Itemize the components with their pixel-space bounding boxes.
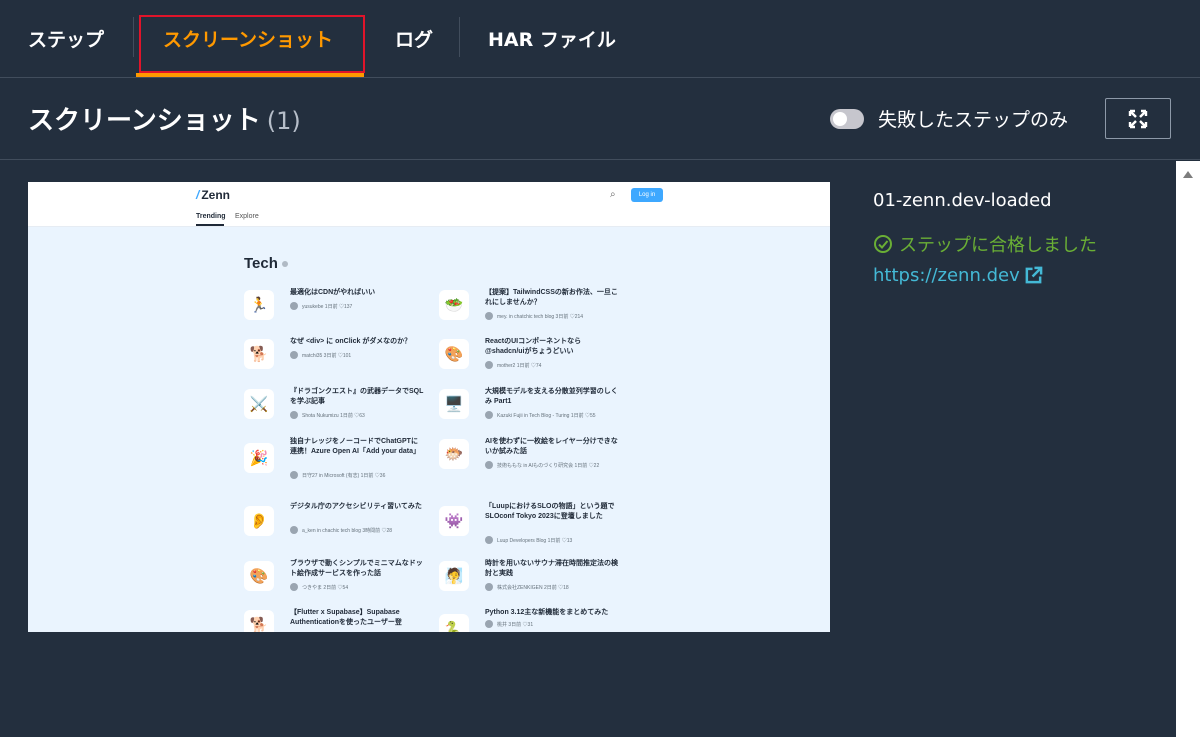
nav-explore: Explore (235, 213, 259, 220)
article-emoji: 🐕 (244, 610, 274, 632)
scroll-up-icon[interactable] (1183, 171, 1193, 178)
article-meta: mother2 1日前 ♡74 (485, 361, 541, 369)
screenshots-header: スクリーンショット (1) 失敗したステップのみ (0, 78, 1200, 160)
article-emoji: 🎨 (244, 561, 274, 591)
article-title: AIを使わずに一枚絵をレイヤー分けできないか試みた話 (485, 438, 618, 455)
article-card: 👾 「LuupにおけるSLOの物語」という題でSLOconf Tokyo 202… (439, 502, 619, 550)
article-title: デジタル庁のアクセシビリティ習いてみた (290, 503, 422, 510)
article-emoji: 👾 (439, 506, 469, 536)
article-card: 🏃 最適化はCDNがやればいい yusukebe 1日前 ♡137 (244, 288, 424, 336)
screenshot-thumbnail[interactable]: / Zenn ⌕ Log in Trending Explore Tech 🏃 最… (28, 182, 830, 632)
vertical-scrollbar[interactable] (1176, 161, 1200, 737)
article-emoji: 🖥️ (439, 389, 469, 419)
article-emoji: 🐍 (439, 614, 469, 632)
external-link-icon (1025, 266, 1043, 284)
step-status: ステップに合格しました (873, 231, 1097, 257)
article-emoji: 🐕 (244, 339, 274, 369)
article-title: 【Flutter x Supabase】Supabase Authenticat… (290, 609, 402, 626)
article-card: 🎉 独自ナレッジをノーコードでChatGPTに連携！Azure Open AI「… (244, 437, 424, 493)
article-emoji: ⚔️ (244, 389, 274, 419)
expand-icon (1128, 109, 1148, 128)
article-title: なぜ <div> に onClick がダメなのか？ (290, 338, 412, 345)
article-emoji: 🏃 (244, 290, 274, 320)
article-card: 🖥️ 大規模モデルを支える分散並列学習のしくみ Part1 Kazuki Fuj… (439, 387, 619, 435)
step-name: 01-zenn.dev-loaded (873, 190, 1052, 211)
step-url-text: https://zenn.dev (873, 265, 1020, 286)
tab-steps[interactable]: ステップ (28, 0, 104, 76)
article-meta: yusukebe 1日前 ♡137 (290, 302, 352, 310)
article-title: ブラウザで動くシンプルでミニマムなドット絵作成サービスを作った話 (290, 560, 423, 577)
search-icon: ⌕ (610, 189, 616, 200)
article-emoji: 🎨 (439, 339, 469, 369)
article-meta: 日守27 in Microsoft (有志) 1日前 ♡36 (290, 471, 385, 479)
article-card: 🐕 【Flutter x Supabase】Supabase Authentic… (244, 608, 424, 632)
failed-steps-toggle[interactable] (830, 109, 864, 129)
toggle-knob (833, 112, 847, 126)
section-title: Tech (244, 255, 288, 272)
article-emoji: 🥗 (439, 290, 469, 320)
article-title: 最適化はCDNがやればいい (290, 289, 376, 296)
article-card: 🎨 ブラウザで動くシンプルでミニマムなドット絵作成サービスを作った話 つきやま … (244, 559, 424, 607)
page-title-text: スクリーンショット (28, 106, 261, 136)
article-meta: つきやま 2日前 ♡54 (290, 583, 348, 591)
article-meta: 桃井 3日前 ♡31 (485, 620, 533, 628)
article-card: 🐡 AIを使わずに一枚絵をレイヤー分けできないか試みた話 技術ももな in AI… (439, 437, 619, 493)
article-card: 🎨 ReactのUIコンポーネントなら@shadcn/uiがちょうどいい mot… (439, 337, 619, 385)
active-tab-underline (136, 73, 364, 77)
page-title: スクリーンショット (1) (28, 100, 301, 137)
article-emoji: 🧖 (439, 561, 469, 591)
article-card: 👂 デジタル庁のアクセシビリティ習いてみた a_ken in chachic t… (244, 502, 424, 550)
failed-steps-toggle-label: 失敗したステップのみ (878, 109, 1069, 131)
tab-logs[interactable]: ログ (395, 0, 433, 76)
article-emoji: 🐡 (439, 439, 469, 469)
article-emoji: 🎉 (244, 443, 274, 473)
check-circle-icon (874, 235, 892, 253)
step-url-link[interactable]: https://zenn.dev (873, 265, 1043, 286)
screenshot-count: (1) (266, 107, 301, 135)
article-card: 🥗 【提案】TailwindCSSの新お作法、一旦これにしませんか？ mey. … (439, 288, 619, 336)
tab-focus-ring (139, 15, 365, 73)
zenn-logo: / Zenn (196, 188, 231, 202)
article-meta: matchi35 3日前 ♡101 (290, 351, 351, 359)
tab-har-files[interactable]: HAR ファイル (488, 0, 616, 76)
zenn-body: Tech 🏃 最適化はCDNがやればいい yusukebe 1日前 ♡137 🥗… (28, 227, 830, 632)
fullscreen-button[interactable] (1105, 98, 1171, 139)
article-title: 『ドラゴンクエスト』の武器データでSQLを学ぶ記事 (290, 388, 424, 405)
nav-trending: Trending (196, 213, 226, 220)
tab-divider (133, 17, 134, 57)
zenn-header: / Zenn ⌕ Log in Trending Explore (28, 182, 830, 227)
article-card: ⚔️ 『ドラゴンクエスト』の武器データでSQLを学ぶ記事 Shota Nukum… (244, 387, 424, 435)
article-title: 独自ナレッジをノーコードでChatGPTに連携！Azure Open AI「Ad… (290, 438, 421, 455)
article-meta: a_ken in chachic tech blog 3時間前 ♡28 (290, 526, 392, 534)
article-card: 🐍 Python 3.12主な新機能をまとめてみた 桃井 3日前 ♡31 (439, 608, 619, 632)
article-title: 【提案】TailwindCSSの新お作法、一旦これにしませんか？ (485, 289, 618, 306)
article-title: 「LuupにおけるSLOの物語」という題でSLOconf Tokyo 2023に… (485, 503, 615, 520)
login-button: Log in (631, 188, 663, 202)
article-emoji: 👂 (244, 506, 274, 536)
article-meta: Kazuki Fujii in Tech Blog - Turing 1日前 ♡… (485, 411, 596, 419)
article-meta: mey. in chatchic tech blog 3日前 ♡214 (485, 312, 583, 320)
article-title: ReactのUIコンポーネントなら@shadcn/uiがちょうどいい (485, 338, 582, 355)
tab-bar: ステップ スクリーンショット ログ HAR ファイル (0, 0, 1200, 78)
step-status-text: ステップに合格しました (899, 235, 1097, 256)
article-title: 大規模モデルを支える分散並列学習のしくみ Part1 (485, 388, 618, 405)
article-title: 時計を用いないサウナ滞在時間推定法の検討と実践 (485, 560, 618, 577)
article-meta: Luup Developers Blog 1日前 ♡13 (485, 536, 572, 544)
tab-divider (459, 17, 460, 57)
article-meta: 技術ももな in AIものづくり研究会 1日前 ♡22 (485, 461, 599, 469)
article-card: 🐕 なぜ <div> に onClick がダメなのか？ matchi35 3日… (244, 337, 424, 385)
article-meta: Shota Nukumizu 1日前 ♡63 (290, 411, 365, 419)
article-card: 🧖 時計を用いないサウナ滞在時間推定法の検討と実践 株式会社ZENKIGEN 2… (439, 559, 619, 607)
article-meta: 株式会社ZENKIGEN 2日前 ♡18 (485, 583, 569, 591)
nav-underline (196, 224, 224, 226)
article-title: Python 3.12主な新機能をまとめてみた (485, 609, 609, 616)
